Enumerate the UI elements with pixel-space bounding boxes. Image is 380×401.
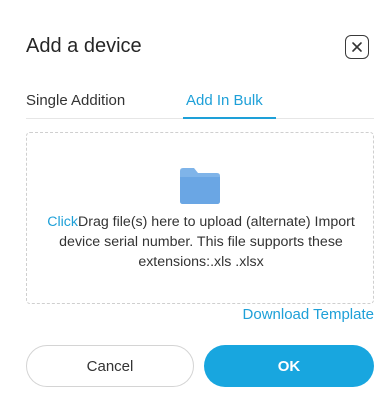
upload-instructions-text: Drag file(s) here to upload (alternate) … bbox=[59, 214, 355, 270]
dialog-header: Add a device bbox=[0, 0, 380, 84]
dialog-title: Add a device bbox=[26, 35, 142, 57]
cancel-button[interactable]: Cancel bbox=[26, 345, 194, 387]
upload-instructions: ClickDrag file(s) here to upload (altern… bbox=[31, 212, 371, 272]
ok-button[interactable]: OK bbox=[204, 345, 374, 387]
close-button[interactable] bbox=[345, 35, 369, 59]
folder-icon bbox=[180, 168, 220, 204]
tab-bar: Single Addition Add In Bulk bbox=[26, 84, 374, 119]
active-tab-indicator bbox=[183, 117, 276, 119]
tab-single-addition[interactable]: Single Addition bbox=[26, 91, 125, 111]
tab-add-in-bulk[interactable]: Add In Bulk bbox=[186, 91, 263, 111]
close-icon bbox=[352, 42, 362, 52]
add-device-dialog: Add a device Single Addition Add In Bulk… bbox=[0, 0, 380, 401]
download-template-link[interactable]: Download Template bbox=[243, 305, 374, 325]
upload-dropzone[interactable]: ClickDrag file(s) here to upload (altern… bbox=[26, 132, 374, 304]
upload-click-link[interactable]: Click bbox=[47, 214, 78, 230]
